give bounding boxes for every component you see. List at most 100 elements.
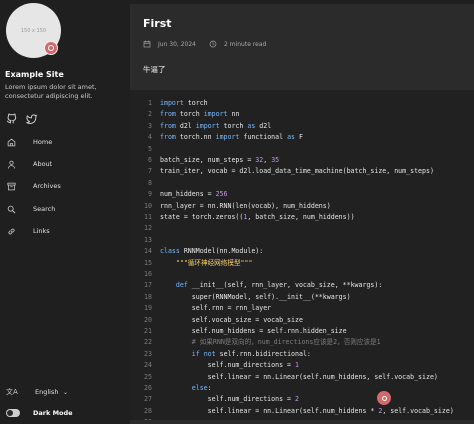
line-number: 24	[144, 361, 152, 370]
line-number: 16	[144, 270, 152, 278]
code-line: 16	[130, 269, 474, 280]
code-line: 6 batch_size, num_steps = 32, 35	[130, 155, 474, 166]
code-line: 1 import torch	[130, 98, 474, 109]
code-line: 15 """循环神经网络模型"""	[130, 258, 474, 269]
code-text: def __init__(self, rnn_layer, vocab_size…	[175, 281, 383, 290]
code-line: 13	[130, 235, 474, 246]
code-text: self.num_hiddens = self.rnn.hidden_size	[160, 327, 347, 335]
nav-item-about[interactable]: About	[6, 158, 106, 170]
line-number: 13	[144, 235, 152, 244]
line-number: 26	[144, 384, 152, 392]
nav-item-label: Search	[33, 205, 56, 213]
code-text: rnn_layer = nn.RNN(len(vocab), num_hidde…	[160, 201, 331, 210]
line-number: 19	[144, 304, 152, 313]
twitter-icon[interactable]	[26, 113, 37, 124]
site-title[interactable]: Example Site	[5, 70, 64, 79]
post-date: Jun 30, 2024	[158, 40, 197, 48]
line-number: 10	[144, 201, 152, 210]
line-number: 8	[148, 178, 152, 187]
scroll-to-top-button[interactable]	[377, 391, 391, 405]
dark-mode-label: Dark Mode	[33, 409, 73, 417]
code-text: num_hiddens = 256	[160, 190, 228, 199]
line-number: 5	[148, 144, 152, 153]
dark-mode-toggle[interactable]: Dark Mode	[6, 407, 116, 419]
code-block[interactable]: 1 import torch 2 from torch import nn 3 from …	[130, 90, 474, 420]
nav-item-label: Home	[33, 138, 53, 146]
language-label: English	[35, 388, 59, 396]
line-number: 7	[148, 167, 152, 176]
code-text: batch_size, num_steps = 32, 35	[160, 156, 280, 164]
code-line: 10 rnn_layer = nn.RNN(len(vocab), num_hid…	[130, 201, 474, 212]
code-text: self.num_directions = 2	[160, 395, 299, 404]
code-text: self.num_directions = 1	[160, 361, 299, 370]
code-line: 18 super(RNNModel, self).__init__(**kwar…	[130, 292, 474, 303]
code-text: self.vocab_size = vocab_size	[160, 315, 303, 324]
line-number: 11	[144, 213, 152, 221]
line-number: 1	[148, 99, 152, 107]
code-text: train_iter, vocab = d2l.load_data_time_m…	[160, 167, 434, 176]
post-title[interactable]: First	[143, 17, 172, 30]
line-number: 20	[144, 315, 152, 324]
line-number: 27	[144, 395, 152, 404]
translate-icon: 文A	[6, 388, 18, 396]
code-line: 8	[130, 178, 474, 189]
code-line: 20 self.vocab_size = vocab_size	[130, 315, 474, 326]
code-line: 11 state = torch.zeros((1, batch_size, nu…	[130, 212, 474, 223]
nav-item-home[interactable]: Home	[6, 136, 106, 148]
language-selector[interactable]: 文A English ⌄	[6, 386, 116, 398]
line-number: 15	[144, 258, 152, 267]
code-text: self.linear = nn.Linear(self.num_hiddens…	[160, 372, 438, 381]
code-text: state = torch.zeros((1, batch_size, num_…	[160, 213, 355, 221]
toggle-switch[interactable]	[6, 409, 20, 417]
line-number: 9	[148, 190, 152, 199]
line-number: 25	[144, 372, 152, 381]
code-line: 21 self.num_hiddens = self.rnn.hidden_si…	[130, 326, 474, 337]
nav-item-search[interactable]: Search	[6, 203, 106, 215]
post-summary: 牛逼了	[143, 65, 166, 74]
code-line: 26 else:	[130, 383, 474, 394]
nav-item-label: Links	[33, 227, 50, 235]
line-number: 28	[144, 406, 152, 415]
code-line: 17 def __init__(self, rnn_layer, vocab_s…	[130, 280, 474, 291]
code-text: from d2l import torch as d2l	[160, 121, 272, 130]
line-number: 3	[148, 121, 152, 130]
code-text: self.rnn = rnn_layer	[160, 304, 272, 313]
nav-item-links[interactable]: Links	[6, 225, 106, 237]
line-number: 23	[144, 349, 152, 358]
code-text: import torch	[160, 99, 208, 107]
user-icon	[6, 159, 16, 169]
avatar-emoji-badge	[44, 41, 58, 55]
line-number: 2	[148, 110, 152, 119]
line-number: 12	[144, 224, 152, 233]
github-icon[interactable]	[6, 113, 17, 124]
code-line: 5	[130, 144, 474, 155]
code-line: 4 from torch.nn import functional as F	[130, 132, 474, 143]
nav-item-label: About	[33, 160, 53, 168]
code-text: super(RNNModel, self).__init__(**kwargs)	[160, 292, 351, 301]
line-number: 4	[148, 133, 152, 142]
code-text: if not self.rnn.bidirectional:	[191, 349, 311, 358]
site-description: Lorem ipsum dolor sit amet, consectetur …	[5, 83, 97, 100]
article: First Jun 30, 2024 2 minute read 牛逼了 1 im…	[130, 4, 474, 424]
line-number: 6	[148, 156, 152, 164]
link-icon	[6, 226, 16, 236]
code-text: from torch.nn import functional as F	[160, 133, 303, 142]
line-number: 18	[144, 292, 152, 301]
code-line: 3 from d2l import torch as d2l	[130, 121, 474, 132]
home-icon	[6, 137, 16, 147]
code-text: else:	[191, 384, 212, 392]
code-line: 23 if not self.rnn.bidirectional:	[130, 349, 474, 360]
avatar-placeholder-text: 150 x 150	[20, 27, 47, 34]
nav-item-archives[interactable]: Archives	[6, 180, 106, 192]
code-line: 12	[130, 223, 474, 234]
code-text: # 如果RNN是双向的，num_directions应该是2，否则应该是1	[191, 338, 381, 347]
sidebar: 150 x 150 Example Site Lorem ipsum dolor…	[0, 0, 123, 420]
chevron-down-icon: ⌄	[63, 389, 69, 396]
code-text: self.linear = nn.Linear(self.num_hiddens…	[160, 406, 454, 415]
line-number: 22	[144, 338, 152, 347]
nav-item-label: Archives	[33, 182, 61, 190]
code-text: from torch import nn	[160, 110, 240, 119]
reading-time: 2 minute read	[224, 40, 267, 48]
code-line: 25 self.linear = nn.Linear(self.num_hidd…	[130, 372, 474, 383]
code-text: class RNNModel(nn.Module):	[160, 247, 264, 256]
